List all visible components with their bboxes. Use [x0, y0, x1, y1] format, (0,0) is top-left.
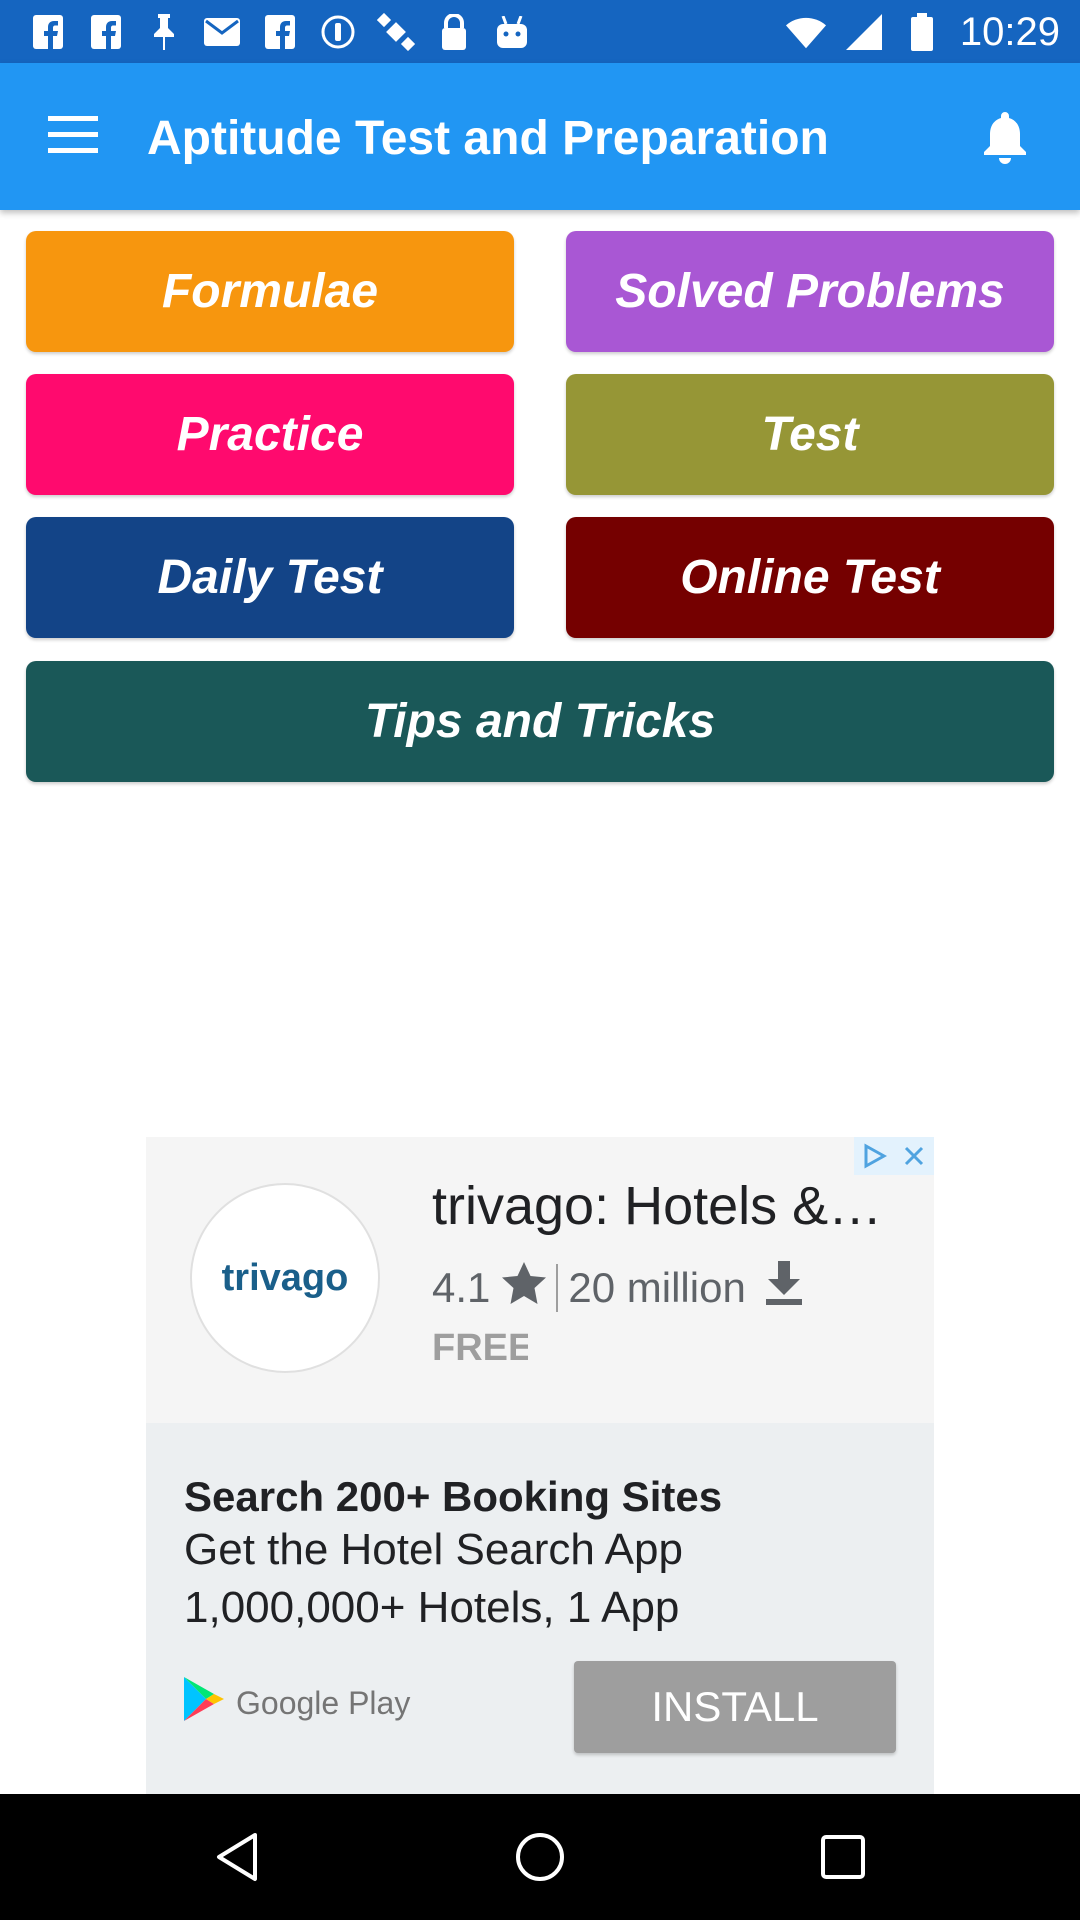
tips-and-tricks-button[interactable]: Tips and Tricks	[26, 661, 1054, 782]
daily-test-label: Daily Test	[157, 551, 383, 604]
solved-problems-label: Solved Problems	[615, 265, 1005, 318]
mail-icon	[202, 12, 242, 52]
install-button[interactable]: INSTALL	[574, 1661, 896, 1753]
daily-test-button[interactable]: Daily Test	[26, 517, 514, 638]
ad-body-line: 1,000,000+ Hotels, 1 App	[184, 1583, 680, 1631]
notification-icons	[28, 12, 532, 52]
recents-icon[interactable]	[808, 1822, 878, 1892]
ad-headline: Search 200+ Booking Sites	[184, 1473, 723, 1520]
ad-choices-icon[interactable]	[854, 1137, 894, 1175]
download-icon	[764, 1261, 804, 1315]
screen: 10:29 Aptitude Test and Preparation Form…	[0, 0, 1080, 1920]
pin-icon	[144, 12, 184, 52]
signal-icon	[844, 12, 884, 52]
status-time: 10:29	[959, 9, 1060, 54]
google-play-badge: Google Play	[182, 1673, 410, 1733]
test-button[interactable]: Test	[566, 374, 1054, 495]
wifi-icon	[785, 12, 826, 52]
close-icon[interactable]	[894, 1137, 934, 1175]
ad-app-name: trivago: Hotels &…	[432, 1176, 883, 1236]
formulae-button[interactable]: Formulae	[26, 231, 514, 352]
hamburger-menu-icon[interactable]	[38, 105, 108, 165]
ad-banner[interactable]: trivago trivago: Hotels &… 4.1 20 millio…	[146, 1137, 934, 1794]
notification-bell-icon[interactable]	[970, 101, 1040, 171]
back-icon[interactable]	[202, 1822, 272, 1892]
formulae-label: Formulae	[161, 265, 379, 318]
solved-problems-button[interactable]: Solved Problems	[566, 231, 1054, 352]
facebook-icon	[28, 12, 68, 52]
app-bar: Aptitude Test and Preparation	[0, 63, 1080, 210]
satellite-icon	[376, 12, 416, 52]
google-play-label: Google Play	[236, 1684, 411, 1721]
android-icon	[492, 12, 532, 52]
ad-meta: 4.1 20 million	[432, 1261, 804, 1315]
facebook-icon	[260, 12, 300, 52]
test-label: Test	[761, 408, 859, 461]
star-icon	[502, 1262, 547, 1314]
ad-description[interactable]: Search 200+ Booking Sites Get the Hotel …	[146, 1423, 934, 1794]
system-status: 10:29	[785, 9, 1060, 54]
lock-icon	[434, 12, 474, 52]
ad-rating: 4.1	[432, 1264, 491, 1311]
online-test-label: Online Test	[680, 551, 940, 604]
battery-icon	[902, 12, 942, 52]
page-title: Aptitude Test and Preparation	[147, 112, 829, 165]
google-play-icon	[182, 1675, 226, 1731]
trivago-logo[interactable]: trivago	[190, 1183, 380, 1373]
ad-choices	[854, 1137, 934, 1175]
facebook-icon	[86, 12, 126, 52]
navigation-bar	[0, 1794, 1080, 1920]
ad-meta-divider	[556, 1264, 559, 1312]
status-bar: 10:29	[0, 0, 1080, 63]
trivago-logo-text: trivago	[221, 1256, 349, 1299]
tips-and-tricks-label: Tips and Tricks	[364, 695, 716, 748]
practice-label: Practice	[176, 408, 364, 461]
practice-button[interactable]: Practice	[26, 374, 514, 495]
ad-app-info[interactable]: trivago trivago: Hotels &… 4.1 20 millio…	[146, 1137, 934, 1423]
ad-body-line: Get the Hotel Search App	[184, 1525, 683, 1574]
home-icon[interactable]	[505, 1822, 575, 1892]
ad-downloads: 20 million	[568, 1264, 746, 1311]
ad-price: FREE	[432, 1327, 528, 1369]
online-test-button[interactable]: Online Test	[566, 517, 1054, 638]
info-icon	[318, 12, 358, 52]
